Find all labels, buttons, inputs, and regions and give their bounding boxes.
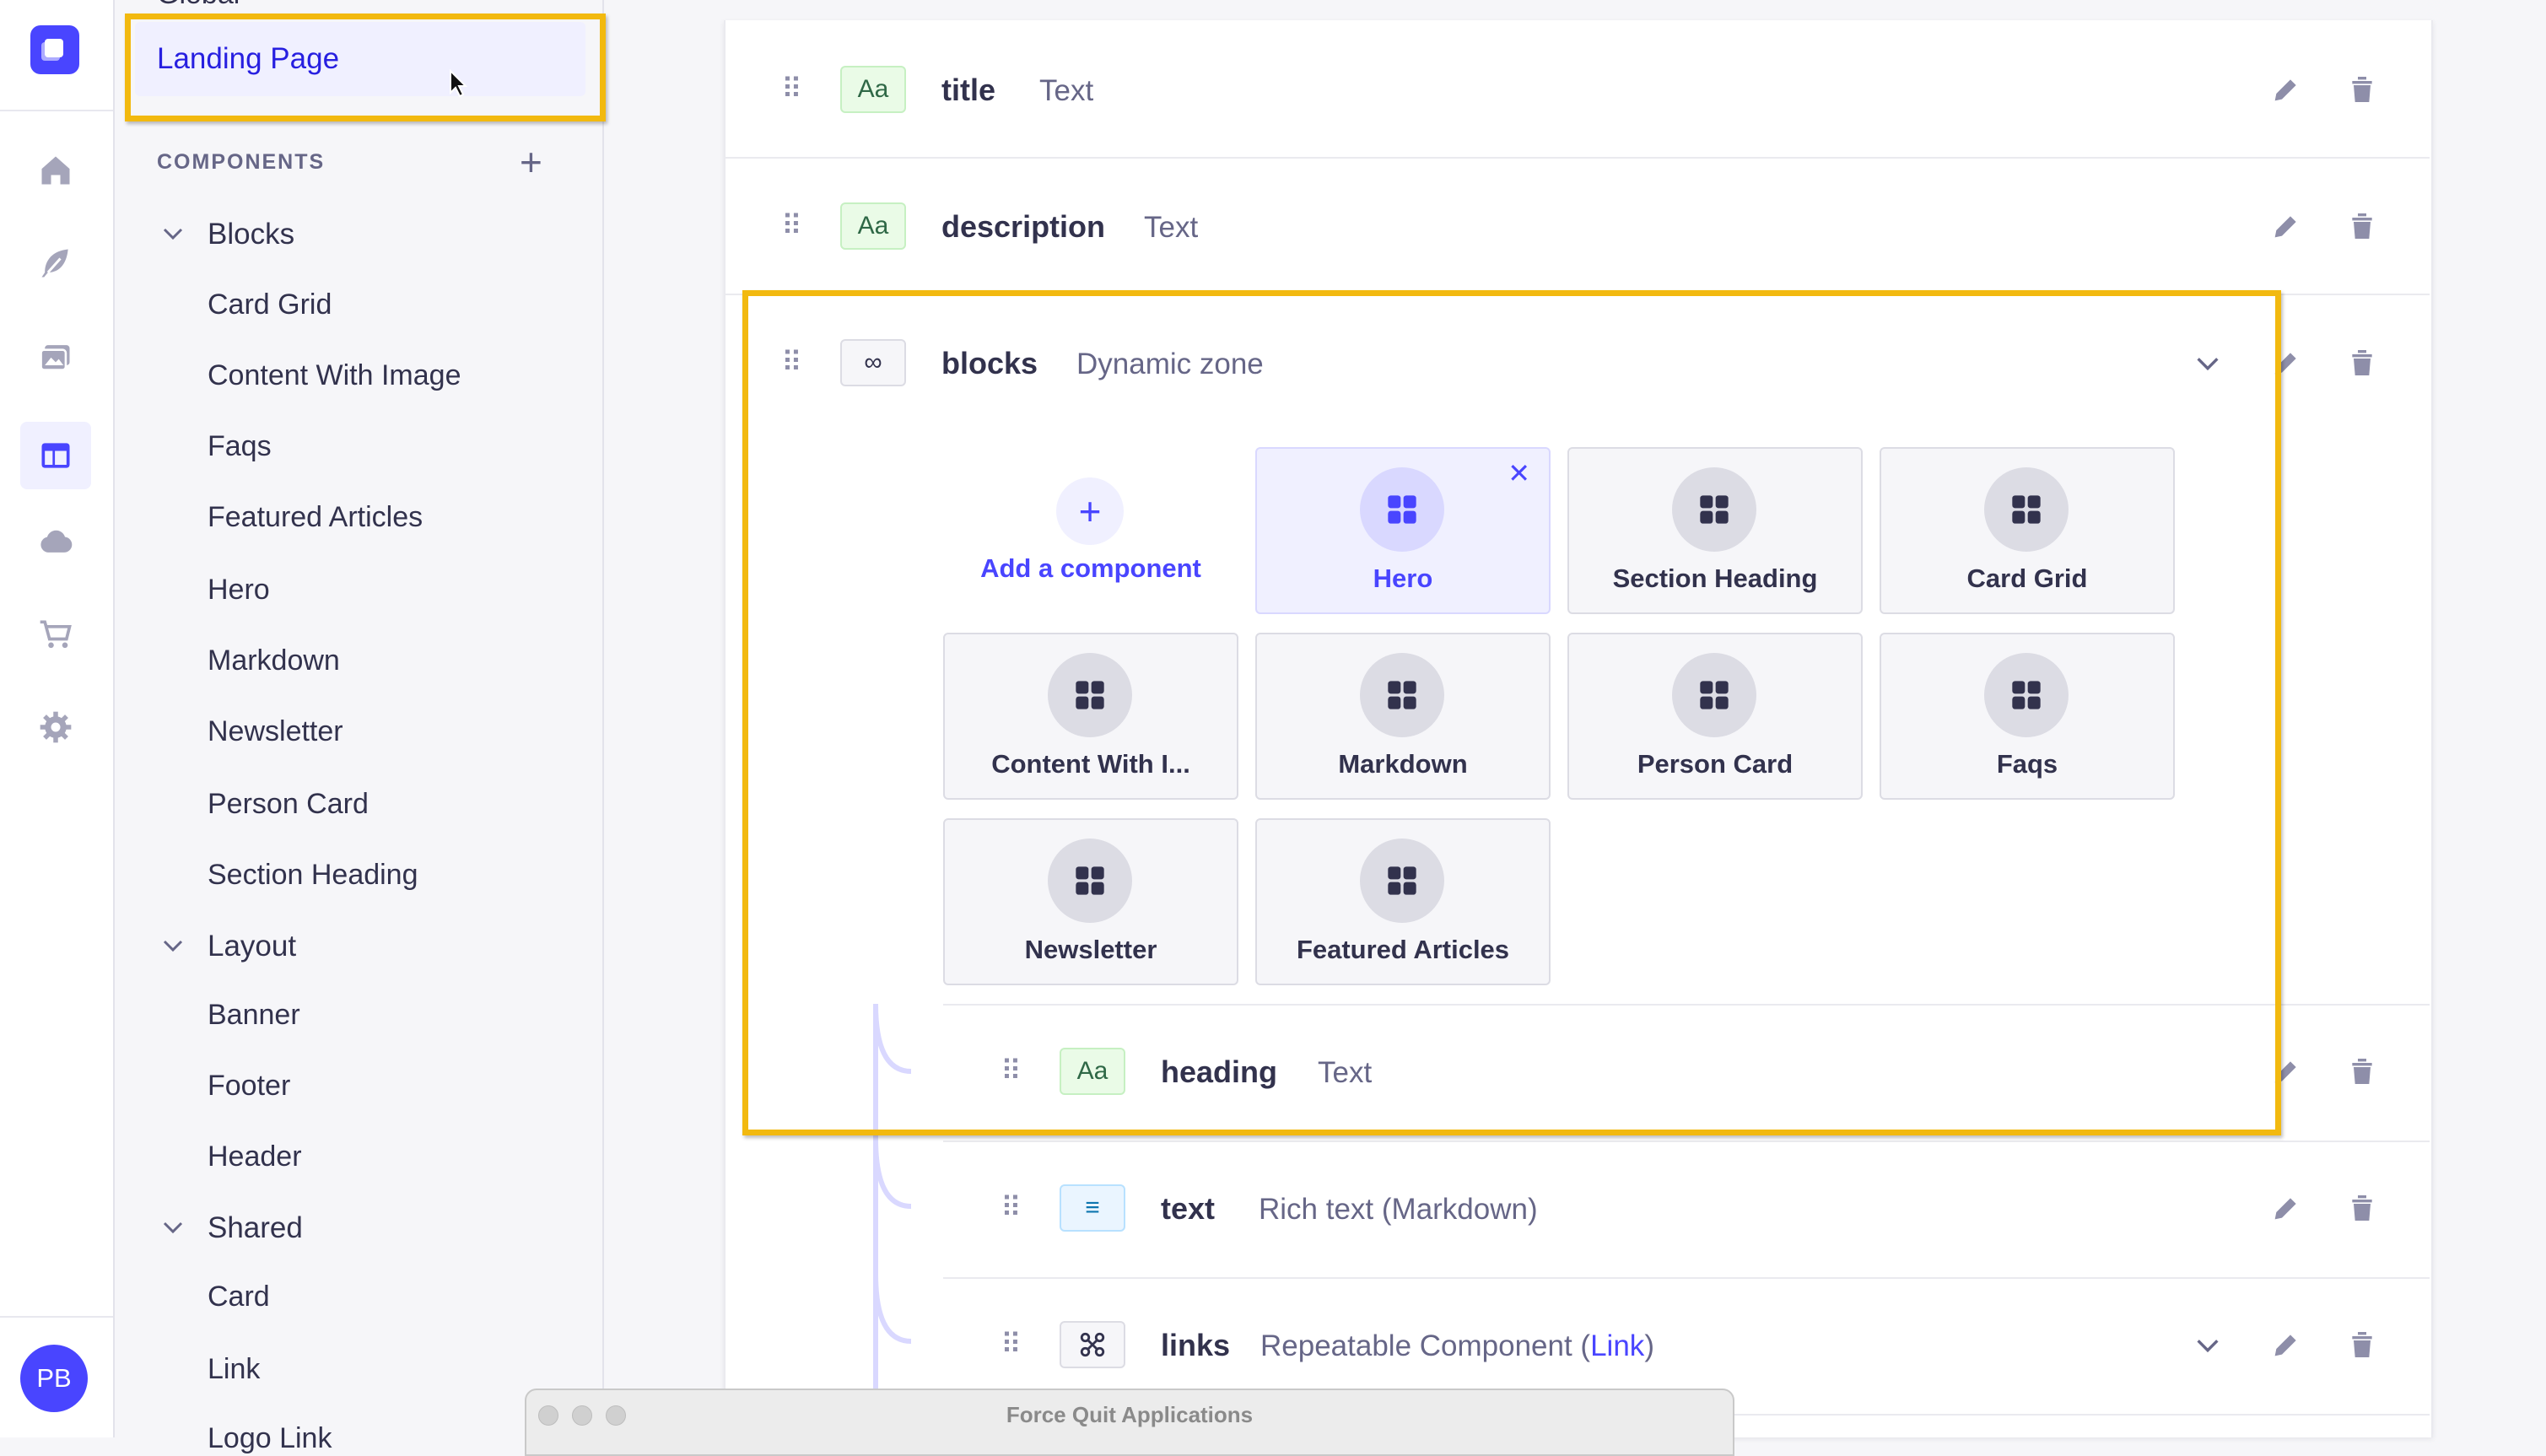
edit-pencil-icon[interactable] <box>2269 1191 2303 1225</box>
trash-icon[interactable] <box>2345 1054 2379 1088</box>
mouse-cursor-icon <box>450 69 467 98</box>
group-layout[interactable]: Layout <box>208 930 296 963</box>
content-types-subnav <box>115 0 604 1437</box>
text-type-icon: Aa <box>840 202 906 250</box>
subnav-item[interactable]: Content With Image <box>208 359 461 392</box>
subnav-item-global[interactable]: Global <box>157 0 240 11</box>
chevron-down-icon[interactable] <box>160 221 186 246</box>
field-name: title <box>941 73 996 107</box>
subnav-item[interactable]: Section Heading <box>208 859 418 892</box>
component-type-icon <box>1060 1321 1125 1368</box>
group-shared[interactable]: Shared <box>208 1211 303 1245</box>
edit-pencil-icon[interactable] <box>2269 73 2303 106</box>
trash-icon[interactable] <box>2345 73 2379 106</box>
subnav-item[interactable]: Card <box>208 1281 270 1313</box>
row-divider <box>943 1141 2430 1142</box>
trash-icon[interactable] <box>2345 209 2379 243</box>
field-name: text <box>1161 1191 1216 1226</box>
home-icon[interactable] <box>29 143 83 197</box>
chevron-down-icon[interactable] <box>2193 1331 2222 1360</box>
add-component-plus-icon[interactable]: + <box>520 143 542 181</box>
highlight-dynamic-zone <box>742 290 2281 1135</box>
force-quit-window: Force Quit Applications <box>525 1389 1734 1456</box>
app-logo[interactable] <box>30 25 79 74</box>
field-type-suffix: ) <box>1644 1329 1654 1362</box>
drag-handle-icon[interactable]: ⠿ <box>781 73 802 106</box>
field-type: Text <box>1144 211 1199 244</box>
field-name: description <box>941 209 1106 244</box>
feather-icon[interactable] <box>29 236 83 290</box>
main-nav-rail: PB <box>0 0 115 1437</box>
user-avatar[interactable]: PB <box>20 1345 88 1412</box>
subnav-item[interactable]: Newsletter <box>208 715 343 748</box>
field-type: Repeatable Component (Link) <box>1260 1329 1654 1363</box>
components-section-title: COMPONENTS <box>157 150 326 174</box>
subnav-item[interactable]: Faqs <box>208 430 272 463</box>
drag-handle-icon[interactable]: ⠿ <box>1001 1328 1022 1362</box>
field-name: links <box>1161 1328 1231 1362</box>
media-library-icon[interactable] <box>29 329 83 383</box>
drag-handle-icon[interactable]: ⠿ <box>1001 1191 1022 1225</box>
subnav-item[interactable]: Markdown <box>208 644 340 677</box>
subnav-item[interactable]: Hero <box>208 574 270 607</box>
rail-divider-bottom <box>0 1316 113 1318</box>
trash-icon[interactable] <box>2345 1328 2379 1362</box>
row-divider <box>724 157 2430 159</box>
subnav-item[interactable]: Person Card <box>208 788 369 821</box>
edit-pencil-icon[interactable] <box>2269 1328 2303 1362</box>
subnav-item[interactable]: Card Grid <box>208 289 332 321</box>
subnav-item[interactable]: Footer <box>208 1070 290 1103</box>
subnav-item[interactable]: Header <box>208 1141 302 1173</box>
group-blocks[interactable]: Blocks <box>208 218 294 251</box>
window-title: Force Quit Applications <box>1006 1402 1254 1427</box>
subnav-item[interactable]: Link <box>208 1353 260 1386</box>
field-type: Rich text (Markdown) <box>1259 1193 1538 1226</box>
component-link[interactable]: Link <box>1590 1329 1644 1362</box>
content-type-builder-icon[interactable] <box>20 422 91 489</box>
trash-icon[interactable] <box>2345 346 2379 380</box>
rich-text-type-icon: ≡ <box>1060 1184 1125 1232</box>
chevron-down-icon[interactable] <box>160 933 186 958</box>
trash-icon[interactable] <box>2345 1191 2379 1225</box>
field-type: Text <box>1039 74 1094 107</box>
subnav-item[interactable]: Banner <box>208 999 300 1032</box>
cart-icon[interactable] <box>29 607 83 661</box>
text-type-icon: Aa <box>840 66 906 113</box>
subnav-item[interactable]: Logo Link <box>208 1422 332 1455</box>
rail-divider <box>0 110 113 111</box>
highlight-landing-page <box>125 13 606 121</box>
cloud-icon[interactable] <box>29 515 83 569</box>
drag-handle-icon[interactable]: ⠿ <box>781 209 802 243</box>
chevron-down-icon[interactable] <box>160 1215 186 1240</box>
row-divider <box>943 1277 2430 1279</box>
field-type-prefix: Repeatable Component ( <box>1260 1329 1591 1362</box>
settings-icon[interactable] <box>29 700 83 754</box>
subnav-item[interactable]: Featured Articles <box>208 501 423 534</box>
edit-pencil-icon[interactable] <box>2269 209 2303 243</box>
